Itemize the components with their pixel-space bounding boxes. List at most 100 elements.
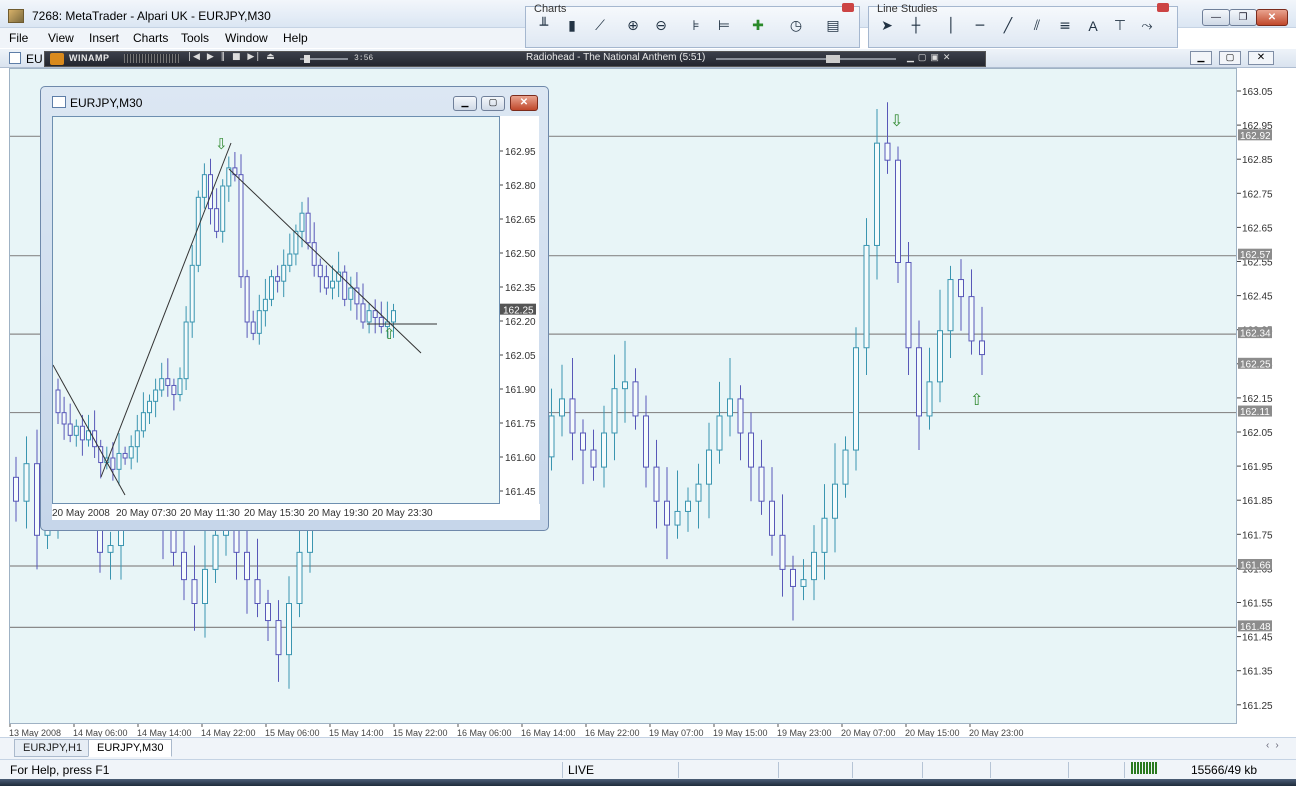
- text-icon[interactable]: A: [1083, 17, 1103, 35]
- menu-window[interactable]: Window: [225, 31, 268, 45]
- candle-body: [748, 432, 754, 468]
- tab-eurjpy-m30[interactable]: EURJPY,M30: [88, 739, 173, 757]
- candle-body: [811, 551, 817, 581]
- candle-body: [244, 276, 250, 323]
- candle-body: [937, 330, 943, 383]
- add-indicator-icon[interactable]: ✚: [748, 17, 768, 35]
- date-tick-label: 14 May 22:00: [201, 728, 256, 737]
- float-chart-area[interactable]: ⇩ ⇧: [52, 116, 500, 504]
- templates-icon[interactable]: ▤: [823, 17, 843, 35]
- candle-body: [202, 568, 208, 604]
- candle-body: [926, 381, 933, 417]
- float-window-title: EURJPY,M30: [70, 96, 143, 110]
- candle-body: [391, 310, 396, 323]
- minimize-button[interactable]: —: [1202, 9, 1230, 26]
- zoom-out-icon[interactable]: ⊖: [651, 17, 671, 35]
- tab-scroll-arrows[interactable]: ‹›: [1266, 740, 1285, 751]
- candle-body: [153, 389, 159, 402]
- line-studies-toolbar-close-icon[interactable]: [1157, 3, 1169, 12]
- float-close-button[interactable]: ✕: [510, 95, 538, 111]
- date-tick-label: 20 May 15:30: [244, 508, 305, 519]
- candle-body: [269, 276, 274, 300]
- winamp-window-buttons[interactable]: ▁▢▣✕: [907, 52, 983, 65]
- main-price-axis: 163.05 162.95 162.85 162.75 162.65 162.55 162.…: [1237, 68, 1296, 724]
- menu-file[interactable]: File: [9, 31, 28, 45]
- winamp-volume-track[interactable]: [716, 58, 896, 60]
- child-maximize-button[interactable]: ▢: [1219, 51, 1241, 65]
- menu-charts[interactable]: Charts: [133, 31, 168, 45]
- price-tick-label: 162.05: [1242, 428, 1273, 439]
- price-tick-label: 162.15: [1242, 394, 1273, 405]
- price-tick-label: 161.45: [1242, 633, 1273, 644]
- candlestick-icon[interactable]: ▮: [562, 17, 582, 35]
- candle-body: [220, 185, 226, 232]
- zoom-in-icon[interactable]: ⊕: [623, 17, 643, 35]
- candle-body: [342, 271, 348, 300]
- arrows-icon[interactable]: ⤳: [1137, 17, 1157, 35]
- metatrader-app-icon[interactable]: [8, 9, 24, 23]
- equidistant-channel-icon[interactable]: ⫽: [1027, 17, 1047, 35]
- candle-body: [632, 381, 639, 417]
- menu-tools[interactable]: Tools: [181, 31, 209, 45]
- winamp-seek-handle[interactable]: [304, 55, 310, 63]
- candle-body: [189, 264, 195, 323]
- candle-body: [299, 212, 305, 232]
- price-tick-label: 161.85: [1242, 496, 1273, 507]
- status-divider: [852, 762, 853, 778]
- date-tick-label: 14 May 06:00: [73, 728, 128, 737]
- os-taskbar: [0, 779, 1296, 786]
- candle-body: [256, 310, 262, 334]
- candle-body: [191, 579, 198, 605]
- winamp-controls[interactable]: |◀ ▶ ‖ ■ ▶| ⏏: [188, 52, 277, 62]
- float-window-icon[interactable]: [52, 96, 66, 108]
- candle-body: [92, 430, 98, 448]
- price-tick-label: 162.85: [1242, 155, 1273, 166]
- float-minimize-button[interactable]: ▁: [453, 96, 477, 111]
- winamp-logo-icon[interactable]: [50, 53, 64, 65]
- price-tick-label: 161.35: [1242, 667, 1273, 678]
- candle-body: [244, 551, 250, 581]
- candle-body: [265, 603, 271, 622]
- child-close-button[interactable]: ✕: [1248, 51, 1274, 65]
- date-tick-label: 20 May 2008: [52, 508, 110, 519]
- trendline-icon[interactable]: ╱: [998, 17, 1018, 35]
- vertical-line-icon[interactable]: │: [941, 17, 961, 35]
- cursor-icon[interactable]: ➤: [877, 17, 897, 35]
- line-chart-icon[interactable]: ⟋: [590, 17, 610, 35]
- charts-toolbar-close-icon[interactable]: [842, 3, 854, 12]
- horizontal-line-icon[interactable]: ─: [970, 17, 990, 35]
- chart-shift-icon[interactable]: ⊧: [686, 17, 706, 35]
- menu-help[interactable]: Help: [283, 31, 308, 45]
- bar-chart-icon[interactable]: ╨: [534, 17, 554, 35]
- status-divider: [678, 762, 679, 778]
- child-window-icon[interactable]: [9, 52, 21, 64]
- candle-body: [548, 415, 555, 458]
- date-tick-label: 16 May 06:00: [457, 728, 512, 737]
- menu-insert[interactable]: Insert: [89, 31, 119, 45]
- candle-body: [348, 287, 354, 300]
- close-button[interactable]: ✕: [1256, 9, 1288, 26]
- text-label-icon[interactable]: ⊤: [1110, 17, 1130, 35]
- price-level-label: 162.34: [1240, 329, 1271, 340]
- candle-body: [832, 483, 838, 519]
- candle-body: [55, 389, 61, 414]
- autoscroll-icon[interactable]: ⊨: [714, 17, 734, 35]
- candle-body: [916, 347, 922, 417]
- menu-view[interactable]: View: [48, 31, 74, 45]
- price-tick-label: 161.95: [1242, 462, 1273, 473]
- price-level-label: 162.92: [1240, 131, 1271, 142]
- candle-body: [769, 500, 775, 536]
- crosshair-icon[interactable]: ┼: [906, 17, 926, 35]
- periods-icon[interactable]: ◷: [786, 17, 806, 35]
- fibonacci-icon[interactable]: ≡: [1055, 17, 1075, 35]
- float-maximize-button[interactable]: ▢: [481, 96, 505, 111]
- restore-button[interactable]: ❐: [1229, 9, 1257, 26]
- candle-body: [947, 279, 954, 332]
- child-minimize-button[interactable]: ▁: [1190, 51, 1212, 65]
- candle-body: [275, 620, 282, 656]
- tab-eurjpy-h1[interactable]: EURJPY,H1: [14, 739, 92, 757]
- winamp-volume-handle[interactable]: [826, 55, 840, 63]
- date-tick-label: 20 May 11:30: [180, 508, 240, 519]
- date-tick-label: 19 May 15:00: [713, 728, 768, 737]
- price-tick-label: 162.65: [505, 215, 536, 226]
